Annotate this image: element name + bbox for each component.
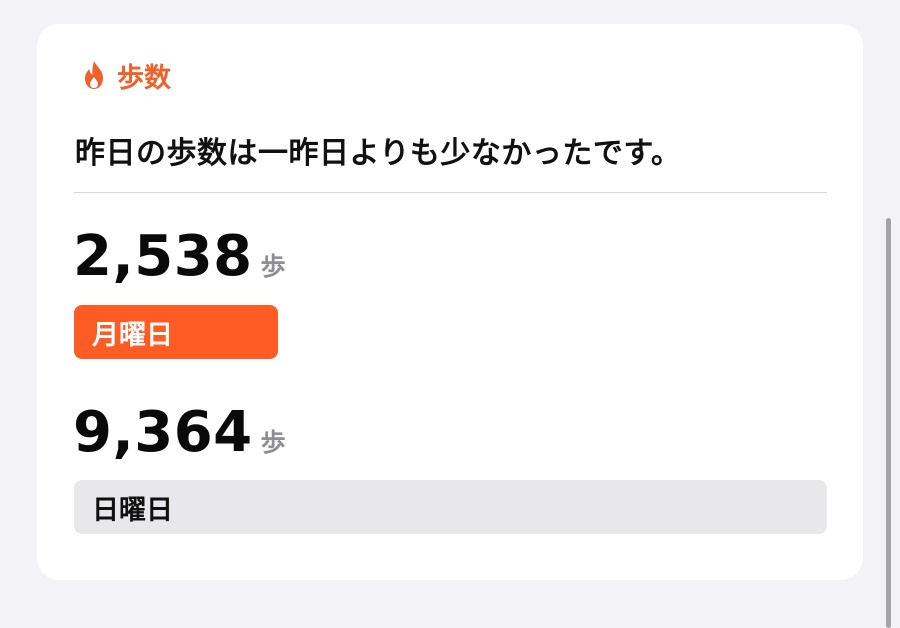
step-unit: 歩 — [260, 428, 286, 457]
day-label: 月曜日 — [92, 319, 173, 351]
metric-yesterday: 2,538 歩 — [73, 224, 286, 289]
step-unit: 歩 — [260, 252, 286, 281]
day-bar-sunday: 日曜日 — [74, 480, 827, 534]
day-label: 日曜日 — [92, 494, 173, 526]
page: 歩数 昨日の歩数は一昨日よりも少なかったです。 2,538 歩 月曜日 9,36… — [0, 0, 900, 628]
metric-day-before: 9,364 歩 — [73, 400, 286, 465]
card-title: 歩数 — [117, 62, 171, 94]
step-count-value: 2,538 — [73, 224, 253, 289]
divider — [74, 192, 827, 193]
step-count-value: 9,364 — [73, 400, 253, 465]
scrollbar[interactable] — [886, 218, 891, 628]
day-bar-monday: 月曜日 — [74, 305, 278, 359]
card-header: 歩数 — [81, 58, 171, 94]
steps-card[interactable]: 歩数 昨日の歩数は一昨日よりも少なかったです。 2,538 歩 月曜日 9,36… — [37, 24, 863, 580]
summary-text: 昨日の歩数は一昨日よりも少なかったです。 — [75, 136, 682, 171]
flame-icon — [85, 61, 103, 89]
